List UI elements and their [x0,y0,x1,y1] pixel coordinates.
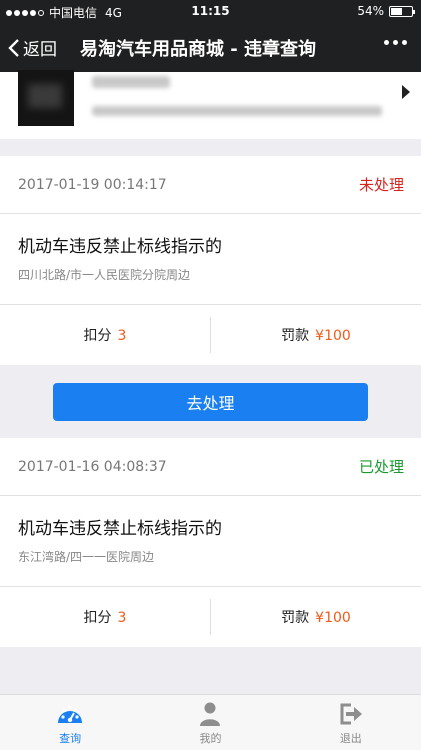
record-header: 2017-01-19 00:14:17 未处理 [0,156,421,214]
fine-label: 罚款 [281,610,310,626]
process-button[interactable]: 去处理 [53,383,368,421]
record-stats: 扣分 3 罚款 ¥100 [0,587,421,647]
record-body[interactable]: 机动车违反禁止标线指示的 东江湾路/四一一医院周边 [0,496,421,587]
tab-exit[interactable]: 退出 [281,695,421,750]
violation-title: 机动车违反禁止标线指示的 [18,237,222,257]
fine-stat: 罚款 ¥100 [211,325,421,345]
tab-label: 查询 [59,732,82,745]
vehicle-card[interactable] [0,70,421,139]
chevron-right-icon[interactable] [401,84,411,105]
back-button[interactable]: 返回 [8,35,57,60]
points-value: 3 [117,610,127,626]
exit-icon [340,703,362,725]
fine-stat: 罚款 ¥100 [211,607,421,627]
violation-record: 2017-01-16 04:08:37 已处理 机动车违反禁止标线指示的 东江湾… [0,438,421,647]
tab-label: 退出 [339,732,362,745]
bottom-tab-bar: 查询 我的 退出 [0,694,421,750]
nav-bar: 返回 易淘汽车用品商城 - 违章查询 [0,22,421,72]
page-title: 易淘汽车用品商城 - 违章查询 [80,39,317,60]
battery-percent: 54% [357,4,384,18]
vehicle-details-blurred [92,106,382,116]
person-icon [200,702,221,726]
carrier-name: 中国电信 [49,6,98,20]
vehicle-name-blurred [92,76,170,88]
points-stat: 扣分 3 [0,607,210,627]
violation-title: 机动车违反禁止标线指示的 [18,519,222,539]
record-header: 2017-01-16 04:08:37 已处理 [0,438,421,496]
vehicle-thumbnail [18,70,74,126]
record-stats: 扣分 3 罚款 ¥100 [0,305,421,365]
points-label: 扣分 [83,328,112,344]
record-body[interactable]: 机动车违反禁止标线指示的 四川北路/市一人民医院分院周边 [0,214,421,305]
status-badge: 已处理 [358,458,404,476]
battery-fill [391,7,402,15]
violation-location: 四川北路/市一人民医院分院周边 [18,268,191,282]
chevron-left-icon [8,38,19,57]
tab-mine[interactable]: 我的 [140,695,280,750]
points-stat: 扣分 3 [0,325,210,345]
more-menu-icon[interactable] [384,40,407,45]
violation-location: 东江湾路/四一一医院周边 [18,550,155,564]
points-label: 扣分 [83,610,112,626]
fine-value: ¥100 [315,610,351,626]
status-bar: 中国电信 4G 11:15 54% [0,0,421,22]
network-type: 4G [105,5,122,20]
violation-record: 2017-01-19 00:14:17 未处理 机动车违反禁止标线指示的 四川北… [0,156,421,365]
signal-strength-icon [6,9,44,16]
record-time: 2017-01-16 04:08:37 [18,458,167,475]
fine-value: ¥100 [315,328,351,344]
status-badge: 未处理 [358,176,404,194]
back-label: 返回 [23,40,57,60]
tab-query[interactable]: 查询 [0,695,140,750]
points-value: 3 [117,328,127,344]
tab-label: 我的 [199,732,222,745]
battery-icon [389,5,415,17]
record-time: 2017-01-19 00:14:17 [18,176,167,193]
speedometer-icon [58,705,83,723]
fine-label: 罚款 [281,328,310,344]
